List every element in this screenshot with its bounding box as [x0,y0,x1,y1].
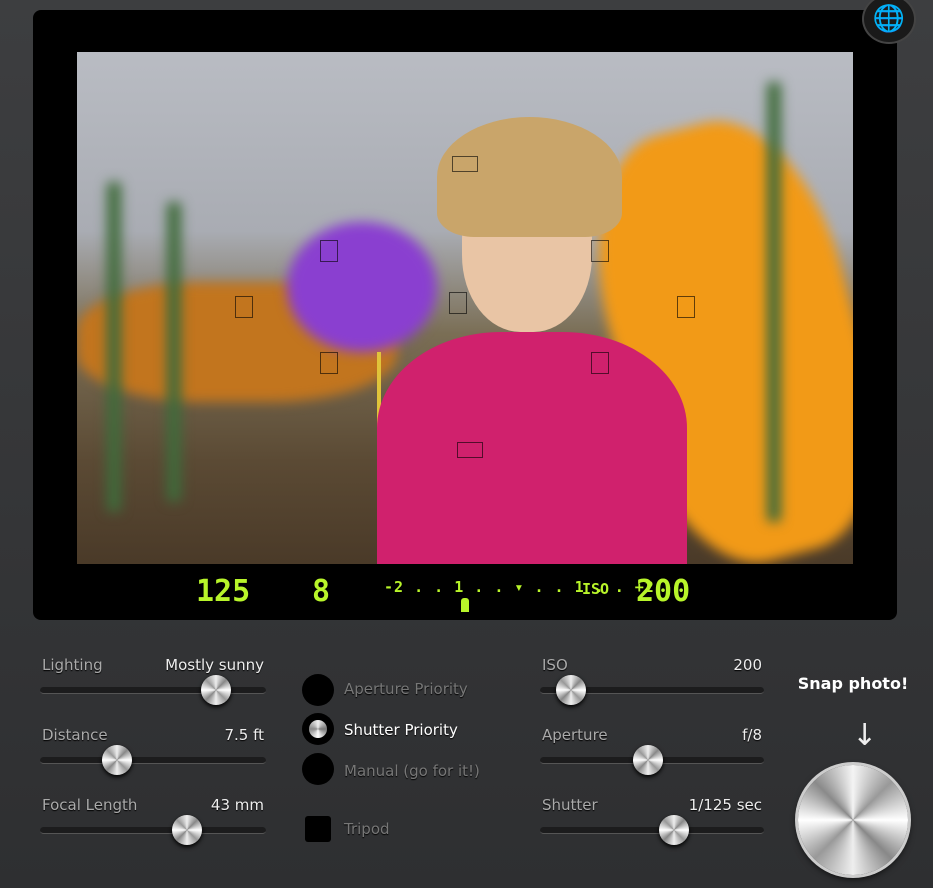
mode-label: Manual (go for it!) [344,762,480,780]
aperture-readout: 8 [312,574,331,609]
aperture-slider[interactable] [540,745,764,775]
focal-length-value: 43 mm [210,796,264,814]
iso-readout: 200 [636,574,691,609]
aperture-value: f/8 [742,726,762,744]
globe-icon: 🌐 [872,4,906,34]
lighting-slider-handle[interactable] [201,675,232,705]
shutter-slider[interactable] [540,815,764,845]
snap-photo-button[interactable] [798,765,908,875]
mode-label: Shutter Priority [344,721,458,739]
language-button[interactable]: 🌐 [862,0,916,44]
mode-label: Aperture Priority [344,680,468,698]
shutter-readout: 125 [196,574,251,609]
meter-indicator [461,598,469,612]
tripod-checkbox[interactable] [305,816,331,842]
focal-length-slider-handle[interactable] [171,815,202,845]
snap-label: Snap photo! [797,674,909,693]
iso-slider[interactable] [540,675,764,705]
iso-label: ISO [582,580,610,598]
distance-slider-handle[interactable] [101,745,132,775]
shutter-value: 1/125 sec [688,796,762,814]
exposure-meter: -2 . . 1 . . ▾ . . 1 . . +2 [384,578,655,596]
shutter-slider-handle[interactable] [659,815,690,845]
distance-value: 7.5 ft [224,726,264,744]
lighting-value: Mostly sunny [165,656,264,674]
focal-length-slider[interactable] [40,815,266,845]
iso-slider-handle[interactable] [556,675,587,705]
arrow-down-icon: ↓ [852,718,878,753]
mode-aperture-priority[interactable] [302,674,334,706]
scene-photo [77,52,853,564]
mode-shutter-priority[interactable] [302,713,334,745]
iso-value: 200 [733,656,762,674]
lighting-slider[interactable] [40,675,266,705]
mode-manual[interactable] [302,753,334,785]
distance-slider[interactable] [40,745,266,775]
tripod-label: Tripod [344,820,390,838]
aperture-slider-handle[interactable] [632,745,663,775]
